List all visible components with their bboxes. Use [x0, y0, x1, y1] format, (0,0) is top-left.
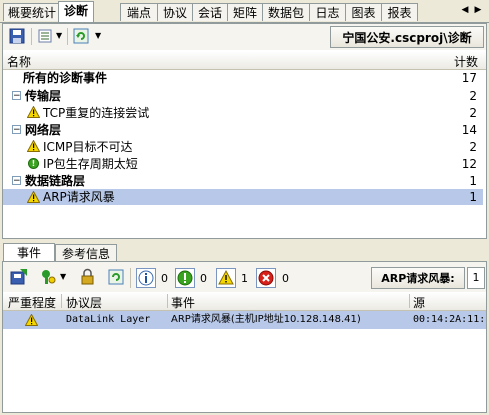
tree-row-label: 网络层: [25, 123, 62, 137]
tree-row-label: 数据链路层: [25, 174, 86, 188]
tab-log[interactable]: 日志: [309, 3, 346, 21]
tree-row-label: 所有的诊断事件: [23, 71, 108, 85]
warning-icon: [218, 269, 234, 285]
column-layer-header[interactable]: 协议层: [66, 294, 102, 311]
diagnosis-toolbar: ▼ ▼ 宁国公安.cscproj\诊断: [3, 24, 486, 50]
event-source: 00:14:2A:11:: [413, 314, 485, 325]
project-path-label: 宁国公安.cscproj\诊断: [330, 26, 484, 48]
column-source-header[interactable]: 源: [413, 294, 425, 311]
event-description: ARP请求风暴(主机IP地址10.128.148.41): [171, 314, 361, 325]
filter-dropdown-icon[interactable]: ▼: [60, 272, 66, 281]
save-icon[interactable]: [9, 28, 25, 44]
options-list-icon[interactable]: [38, 28, 56, 44]
column-event-header[interactable]: 事件: [171, 294, 195, 311]
warning-icon: [25, 314, 38, 326]
export-icon[interactable]: [10, 268, 28, 286]
filter-settings-icon[interactable]: [39, 268, 57, 286]
tree-row-arp-storm[interactable]: ARP请求风暴 1: [3, 189, 483, 205]
tab-protocols[interactable]: 协议: [157, 3, 193, 21]
tree-row-icmp-unreachable[interactable]: ICMP目标不可达 2: [3, 139, 483, 155]
tree-row-count: 2: [469, 89, 477, 103]
tree-row-transport-layer[interactable]: − 传输层 2: [3, 88, 483, 104]
column-divider: [167, 294, 168, 308]
warning-icon: [27, 191, 40, 203]
tree-row-count: 12: [461, 157, 477, 171]
error-count: 0: [282, 272, 289, 285]
tree-row-label: IP包生存周期太短: [43, 157, 138, 171]
notice-filter-button[interactable]: [175, 268, 195, 288]
warning-icon: [27, 140, 40, 152]
column-count-header[interactable]: 计数: [454, 53, 478, 70]
tab-scroll-right-icon[interactable]: ▶: [472, 3, 484, 17]
error-filter-button[interactable]: [256, 268, 276, 288]
tab-scroll-left-icon[interactable]: ◀: [459, 3, 471, 17]
warning-icon: [27, 106, 40, 118]
column-severity-header[interactable]: 严重程度: [8, 294, 56, 311]
tree-row-count: 1: [469, 190, 477, 204]
collapse-icon[interactable]: −: [12, 91, 21, 101]
info-ok-icon: !: [28, 158, 39, 169]
lock-settings-icon[interactable]: [79, 268, 97, 286]
tab-summary[interactable]: 概要统计: [3, 3, 59, 21]
tab-reference-info[interactable]: 参考信息: [55, 244, 117, 262]
tab-matrix[interactable]: 矩阵: [227, 3, 263, 21]
tab-charts[interactable]: 图表: [345, 3, 382, 21]
selected-event-label: ARP请求风暴:: [371, 267, 465, 289]
toolbar-separator: [130, 268, 131, 288]
tab-reports[interactable]: 报表: [381, 3, 418, 21]
tree-row-label: ARP请求风暴: [43, 190, 115, 204]
column-divider: [409, 294, 410, 308]
column-name-header[interactable]: 名称: [7, 53, 31, 70]
tree-row-ip-ttl-short[interactable]: ! IP包生存周期太短 12: [3, 156, 483, 172]
tree-row-count: 2: [469, 140, 477, 154]
tree-row-tcp-duplicate-connect[interactable]: TCP重复的连接尝试 2: [3, 105, 483, 121]
warning-filter-button[interactable]: [216, 268, 236, 288]
tree-row-network-layer[interactable]: − 网络层 14: [3, 122, 483, 138]
info-count: 0: [161, 272, 168, 285]
info-icon: [138, 270, 154, 286]
options-dropdown-icon[interactable]: ▼: [56, 31, 62, 40]
error-icon: [258, 270, 274, 286]
column-divider: [61, 294, 62, 308]
tree-row-label: 传输层: [25, 89, 62, 103]
tab-diagnosis[interactable]: 诊断: [58, 1, 94, 22]
collapse-icon[interactable]: −: [12, 176, 21, 186]
tree-row-count: 14: [461, 123, 477, 137]
top-tab-bar: 概要统计 诊断 端点 协议 会话 矩阵 数据包 日志 图表 报表 ◀ ▶: [0, 0, 489, 23]
tab-packets[interactable]: 数据包: [262, 3, 310, 21]
tree-row-label: TCP重复的连接尝试: [43, 106, 150, 120]
tab-events[interactable]: 事件: [3, 243, 55, 261]
refresh-dropdown-icon[interactable]: ▼: [95, 31, 101, 40]
selected-event-count: 1: [467, 267, 485, 289]
splitter[interactable]: [0, 239, 489, 243]
collapse-icon[interactable]: −: [12, 125, 21, 135]
tree-row-count: 17: [461, 71, 477, 85]
refresh-icon[interactable]: [108, 268, 124, 286]
events-table-header: 严重程度 协议层 事件 源: [3, 293, 486, 311]
event-row[interactable]: DataLink Layer ARP请求风暴(主机IP地址10.128.148.…: [3, 311, 486, 329]
notice-icon: [177, 270, 193, 286]
warning-count: 1: [241, 272, 248, 285]
toolbar-separator: [31, 28, 32, 45]
info-filter-button[interactable]: [136, 268, 156, 288]
tree-header: 名称 计数: [3, 52, 486, 70]
tree-row-count: 1: [469, 174, 477, 188]
tab-endpoints[interactable]: 端点: [120, 3, 158, 21]
tree-row-all-events[interactable]: 所有的诊断事件 17: [3, 70, 483, 86]
tab-sessions[interactable]: 会话: [192, 3, 228, 21]
tree-row-count: 2: [469, 106, 477, 120]
toolbar-separator: [67, 28, 68, 45]
tree-row-datalink-layer[interactable]: − 数据链路层 1: [3, 173, 483, 189]
refresh-icon[interactable]: [73, 28, 89, 44]
events-toolbar: ▼ 0 0 1 0 ARP请求风暴: 1: [3, 262, 486, 292]
tree-row-label: ICMP目标不可达: [43, 140, 133, 154]
event-layer: DataLink Layer: [66, 314, 151, 325]
notice-count: 0: [200, 272, 207, 285]
